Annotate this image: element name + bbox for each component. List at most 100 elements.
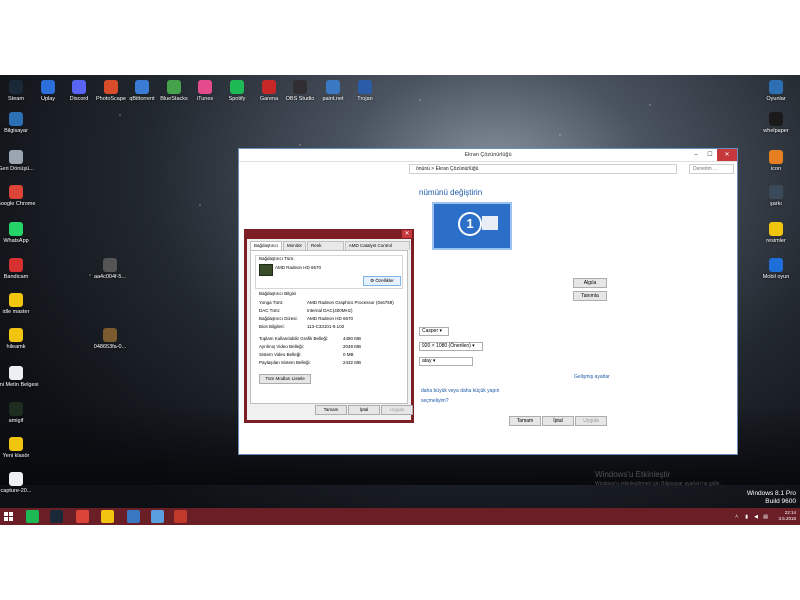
desktop-icon-capture-20[interactable]: capture-20...	[0, 472, 39, 495]
properties-button[interactable]: ⚙ Özellikler	[363, 276, 401, 286]
desktop-icon-bandicam[interactable]: Bandicam	[0, 258, 39, 281]
network-icon[interactable]: ▮	[745, 514, 748, 520]
window-title: Ekran Çözünürlüğü	[464, 152, 512, 158]
desktop-icon-trojan[interactable]: Trojan	[342, 80, 388, 103]
geri-d-n-icon	[9, 150, 23, 164]
tab-ba-da-t-r-c[interactable]: Bağdaştırıcı	[250, 241, 283, 250]
desktop-icon-google-chrome[interactable]: Google Chrome	[0, 185, 39, 208]
desktop-icon-mobil-oyun[interactable]: Mobil oyun	[753, 258, 799, 281]
spotify-icon	[230, 80, 244, 94]
desktop-icon-label: resimler	[766, 238, 786, 244]
dialog-close-button[interactable]: ✕	[402, 230, 412, 238]
oyunlar-icon	[769, 80, 783, 94]
start-button[interactable]	[4, 512, 14, 522]
desktop-icon-label: hileamk	[6, 344, 26, 350]
icon-icon	[769, 150, 783, 164]
help-link[interactable]: seçmeliyim?	[421, 398, 449, 404]
address-bar[interactable]: önünü > Ekran Çözünürlüğü	[409, 164, 677, 174]
identify-button[interactable]: Tanımla	[573, 291, 607, 301]
whelpaper-icon	[769, 112, 783, 126]
dialog-ok-button[interactable]: Tamam	[315, 405, 347, 415]
info-value: 2048 MB	[343, 344, 362, 349]
info-key: Toplam Kullanılabilir Grafik Belleği:	[259, 336, 329, 341]
desktop-icon-label: Trojan	[357, 96, 373, 102]
info-value: 113-C33101-9.102	[307, 324, 345, 329]
desktop-icon-bilgisayar[interactable]: Bilgisayar	[0, 112, 39, 135]
tray-arrow-icon[interactable]: ˄	[735, 514, 738, 520]
desktop-icon-label: icon	[770, 166, 782, 172]
close-button[interactable]: ✕	[717, 149, 737, 161]
detect-button[interactable]: Algıla	[573, 278, 607, 288]
desktop-icon-048653fa-0[interactable]: 048653fa-0...	[87, 328, 133, 351]
desktop-icon-whatsapp[interactable]: WhatsApp	[0, 222, 39, 245]
tab-renk-y-netimi[interactable]: Renk Yönetimi	[307, 241, 344, 256]
taskbar-opera-icon[interactable]	[174, 510, 187, 523]
resimler-icon	[769, 222, 783, 236]
taskbar-chrome-icon[interactable]	[76, 510, 89, 523]
language-icon[interactable]: ▤	[763, 514, 768, 520]
taskbar-file-explorer-icon[interactable]	[101, 510, 114, 523]
desktop-icon-label: whelpaper	[763, 128, 789, 134]
clock[interactable]: 22:14 3.5.2018	[778, 510, 796, 522]
taskbar-steam-icon[interactable]	[50, 510, 63, 523]
info-key: Sistem Video Belleği:	[259, 352, 302, 357]
desktop-icon-label: Geri Dönüşü...	[0, 166, 34, 172]
desktop-icon-ark[interactable]: şarkı	[753, 185, 799, 208]
desktop-icon-whelpaper[interactable]: whelpaper	[753, 112, 799, 135]
display-select[interactable]: Casper ▾	[419, 327, 449, 336]
desktop-icon-icon[interactable]: icon	[753, 150, 799, 173]
mobil-oyun-icon	[769, 258, 783, 272]
cancel-button[interactable]: İptal	[542, 416, 574, 426]
monitor-number: 1	[458, 212, 482, 236]
info-key: Yonga Türü:	[259, 300, 284, 305]
desktop-icon-aa4c004f-5[interactable]: aa4c004f-5...	[87, 258, 133, 281]
amigif-icon	[9, 402, 23, 416]
volume-icon[interactable]: ◀	[754, 514, 758, 520]
desktop-icon-oyunlar[interactable]: Oyunlar	[753, 80, 799, 103]
tab-monit-r[interactable]: Monitör	[283, 241, 307, 250]
desktop-icon-amigif[interactable]: amigif	[0, 402, 39, 425]
desktop-icon-label: 048653fa-0...	[93, 344, 127, 350]
desktop-icon-yeni-metin-belgesi[interactable]: Yeni Metin Belgesi	[0, 366, 39, 389]
desktop-icon-resimler[interactable]: resimler	[753, 222, 799, 245]
yeni-klas-r-icon	[9, 437, 23, 451]
desktop-icon-label: aa4c004f-5...	[93, 274, 127, 280]
desktop-icon-hileamk[interactable]: hileamk	[0, 328, 39, 351]
trojan-icon	[358, 80, 372, 94]
yeni-metin-belgesi-icon	[9, 366, 23, 380]
apply-button[interactable]: Uygula	[575, 416, 607, 426]
maximize-button[interactable]: ☐	[703, 149, 717, 161]
minimize-button[interactable]: –	[689, 149, 703, 161]
taskbar-display-settings-icon[interactable]	[151, 510, 164, 523]
desktop-icon-label: Google Chrome	[0, 201, 36, 207]
bandicam-icon	[9, 258, 23, 272]
resolution-select[interactable]: 920 × 1080 (Önerilen) ▾	[419, 342, 483, 351]
obs-studio-icon	[293, 80, 307, 94]
desktop-icon-label: Bilgisayar	[4, 128, 28, 134]
desktop-icon-yeni-klas-r[interactable]: Yeni klasör	[0, 437, 39, 460]
info-key: Ayrılmış Video Belleği:	[259, 344, 304, 349]
desktop-icon-geri-d-n[interactable]: Geri Dönüşü...	[0, 150, 39, 173]
adapter-info-label: Bağdaştırıcı Bilgisi	[259, 291, 297, 296]
info-key: Paylaşılan Sistem Belleği:	[259, 360, 311, 365]
gpu-icon	[259, 264, 273, 276]
window-titlebar[interactable]: Ekran Çözünürlüğü – ☐ ✕	[239, 149, 737, 162]
desktop-icon-idle-master[interactable]: idle master	[0, 293, 39, 316]
dialog-cancel-button[interactable]: İptal	[348, 405, 380, 415]
monitor-preview[interactable]: 1	[432, 202, 512, 250]
list-all-modes-button[interactable]: Tüm Modları Listele	[259, 374, 311, 384]
taskbar-spotify-icon[interactable]	[26, 510, 39, 523]
text-size-link[interactable]: daha büyük veya daha küçük yapın	[421, 388, 499, 394]
shield-icon: ⚙	[370, 278, 375, 283]
orientation-select[interactable]: atay ▾	[419, 357, 473, 366]
taskbar-control-panel-icon[interactable]	[127, 510, 140, 523]
ok-button[interactable]: Tamam	[509, 416, 541, 426]
info-key: DAC Türü:	[259, 308, 281, 313]
info-key: Bios Bilgileri:	[259, 324, 285, 329]
search-input[interactable]: Denetim ...	[689, 164, 734, 174]
ark-icon	[769, 185, 783, 199]
tab-amd-catalyst-control-center[interactable]: AMD Catalyst Control Center	[344, 241, 410, 256]
advanced-settings-link[interactable]: Gelişmiş ayarlar	[574, 374, 610, 380]
monitor-grid-icon	[482, 216, 498, 230]
dialog-apply-button[interactable]: Uygula	[381, 405, 413, 415]
